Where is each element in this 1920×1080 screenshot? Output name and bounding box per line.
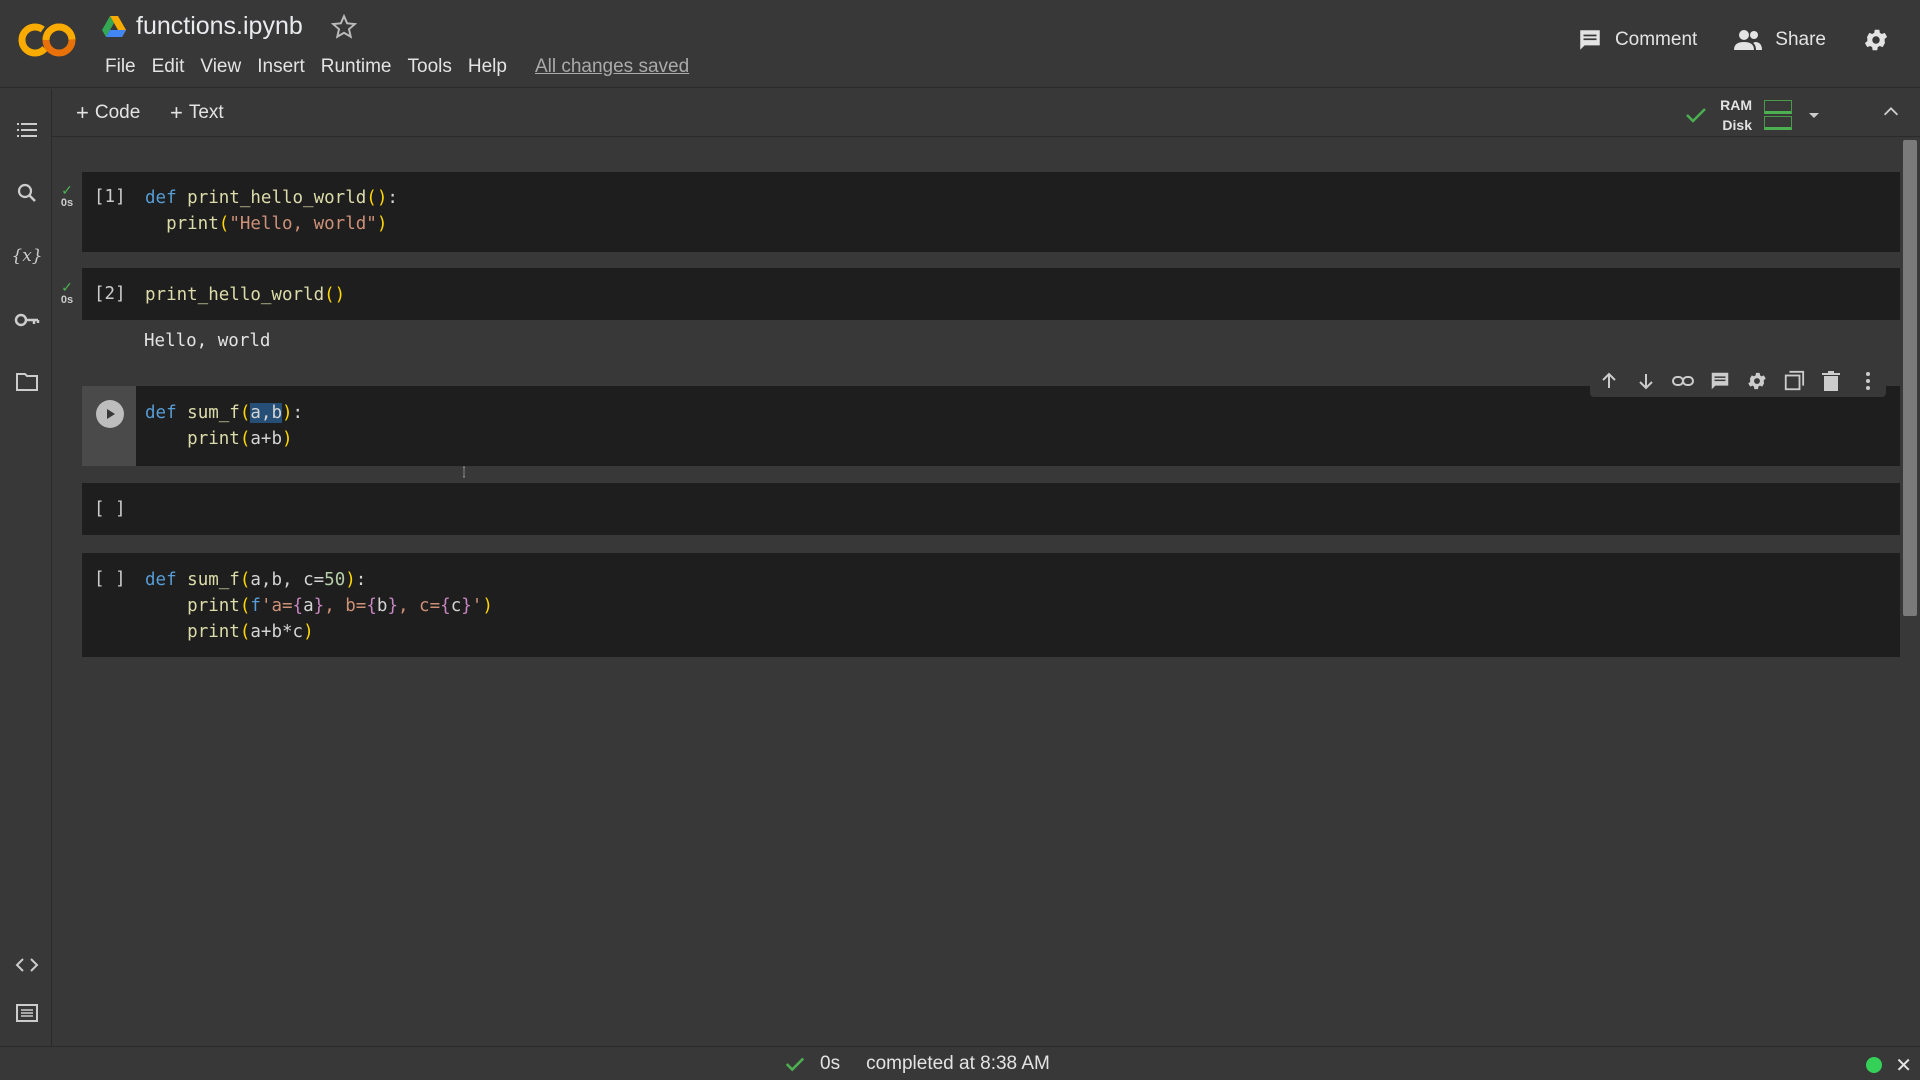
run-time: 0s [60, 197, 74, 209]
execution-count: [ ] [94, 569, 126, 589]
cell-toolbar [1590, 365, 1886, 397]
move-up-arrow-icon[interactable] [1596, 368, 1622, 394]
ram-label: RAM [1720, 97, 1752, 113]
share-button[interactable]: Share [1733, 28, 1826, 52]
check-icon [785, 1057, 805, 1072]
delete-trash-icon[interactable] [1818, 368, 1844, 394]
drive-icon[interactable] [102, 15, 126, 38]
menu-insert[interactable]: Insert [249, 55, 313, 79]
cell-code[interactable]: def sum_f(a,b): print(a+b) [145, 400, 303, 452]
menu-help[interactable]: Help [460, 55, 515, 79]
ram-meter [1764, 100, 1792, 114]
collapse-chevron-up-icon[interactable] [1880, 101, 1902, 123]
code-cell-3[interactable]: def sum_f(a,b): print(a+b) [82, 386, 1900, 466]
menu-tools[interactable]: Tools [400, 55, 460, 79]
variables-icon[interactable]: {x} [11, 243, 42, 269]
comment-button[interactable]: Comment [1577, 27, 1697, 53]
notebook-title[interactable]: functions.ipynb [136, 12, 303, 41]
check-icon [1686, 108, 1706, 123]
menu-view[interactable]: View [192, 55, 249, 79]
code-cell-2[interactable]: [2] print_hello_world() [82, 268, 1900, 320]
cell-output: Hello, world [144, 331, 271, 351]
mirror-cell-icon[interactable] [1781, 368, 1807, 394]
save-status-link[interactable]: All changes saved [527, 55, 697, 79]
execution-count: [ ] [94, 499, 126, 519]
cell-code[interactable]: def sum_f(a,b, c=50): print(f'a={a}, b={… [145, 567, 493, 645]
run-time: 0s [60, 294, 74, 306]
header: functions.ipynb File Edit View Insert Ru… [0, 0, 1920, 88]
code-cell-5[interactable]: [ ] def sum_f(a,b, c=50): print(f'a={a},… [82, 553, 1900, 657]
cell-status-1: ✓ 0s [58, 183, 76, 209]
cell-code[interactable]: print_hello_world() [145, 282, 345, 308]
execution-count: [2] [94, 284, 126, 304]
text-cursor-ibeam-icon [463, 466, 465, 478]
add-text-button[interactable]: + Text [170, 100, 224, 126]
comment-icon[interactable] [1707, 368, 1733, 394]
cell-code[interactable]: def print_hello_world(): print("Hello, w… [145, 185, 398, 237]
plus-icon: + [76, 100, 89, 125]
comment-label: Comment [1614, 29, 1698, 50]
code-cell-1[interactable]: [1] def print_hello_world(): print("Hell… [82, 172, 1900, 252]
colab-logo[interactable] [18, 20, 78, 60]
search-icon[interactable] [14, 180, 40, 206]
command-palette-icon[interactable] [14, 1000, 40, 1026]
settings-gear-icon[interactable] [1862, 26, 1890, 54]
menu-edit[interactable]: Edit [144, 55, 193, 79]
resources-indicator[interactable]: RAM Disk [1684, 95, 1824, 135]
notebook-toolbar: + Code + Text RAM Disk [52, 89, 1920, 137]
share-label: Share [1775, 29, 1826, 50]
menu-file[interactable]: File [97, 55, 144, 79]
star-icon[interactable] [330, 13, 357, 40]
check-icon: ✓ [61, 279, 73, 295]
plus-icon: + [170, 100, 183, 125]
folder-icon[interactable] [14, 369, 40, 395]
comment-icon [1580, 30, 1600, 50]
link-icon[interactable] [1670, 368, 1696, 394]
add-code-button[interactable]: + Code [76, 100, 140, 126]
menu-runtime[interactable]: Runtime [313, 55, 400, 79]
status-bar: 0s completed at 8:38 AM ✕ [0, 1046, 1920, 1080]
add-code-label: Code [94, 102, 141, 123]
disk-label: Disk [1722, 117, 1752, 133]
table-of-contents-icon[interactable] [14, 117, 40, 143]
disk-meter [1764, 116, 1792, 130]
play-icon [107, 409, 115, 419]
code-snippets-icon[interactable] [14, 952, 40, 978]
move-down-arrow-icon[interactable] [1633, 368, 1659, 394]
status-message[interactable]: completed at 8:38 AM [866, 1053, 1050, 1075]
check-icon: ✓ [61, 182, 73, 198]
menu-bar: File Edit View Insert Runtime Tools Help… [97, 55, 697, 79]
code-cell-4[interactable]: [ ] [82, 483, 1900, 535]
people-icon [1734, 30, 1763, 50]
more-options-icon[interactable] [1855, 368, 1881, 394]
connection-status-dot [1866, 1057, 1882, 1073]
add-text-label: Text [188, 102, 224, 123]
key-icon[interactable] [14, 307, 40, 333]
left-sidebar: {x} [0, 89, 52, 1046]
status-duration: 0s [820, 1053, 841, 1074]
close-icon[interactable]: ✕ [1895, 1053, 1912, 1078]
cell-settings-gear-icon[interactable] [1744, 368, 1770, 394]
execution-count: [1] [94, 187, 126, 207]
run-cell-button[interactable] [96, 400, 124, 428]
cell-status-2: ✓ 0s [58, 280, 76, 306]
vertical-scrollbar[interactable] [1903, 140, 1917, 616]
dropdown-arrow-icon[interactable] [1804, 105, 1824, 125]
